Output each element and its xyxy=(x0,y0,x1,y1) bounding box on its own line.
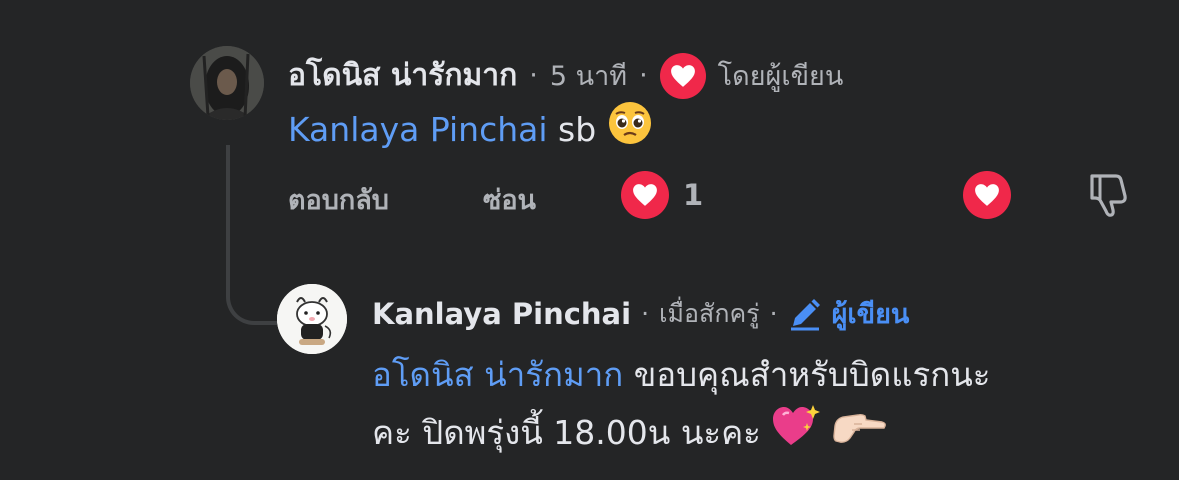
reply-author-name[interactable]: Kanlaya Pinchai xyxy=(372,297,631,331)
reply-author-avatar[interactable] xyxy=(277,284,347,354)
loved-by-author-label: โดยผู้เขียน xyxy=(717,61,844,92)
reply-text-line2: คะ ปิดพรุ่งนี้ 18.00น นะคะ xyxy=(372,413,761,452)
reply-text-line1: ขอบคุณสำหรับบิดแรกนะ xyxy=(633,355,991,394)
pointing-hand-emoji xyxy=(832,406,886,463)
comment-timestamp[interactable]: 5 นาที xyxy=(550,54,627,97)
thread-connector-line xyxy=(226,145,282,325)
commenter-avatar[interactable] xyxy=(190,46,264,120)
comment-text: sb xyxy=(558,110,597,149)
mention-link[interactable]: Kanlaya Pinchai xyxy=(288,110,548,149)
love-button-heart-icon[interactable] xyxy=(963,171,1011,219)
reply-button[interactable]: ตอบกลับ xyxy=(288,178,389,221)
meta-separator: · xyxy=(639,60,648,91)
author-love-heart-icon xyxy=(659,52,706,99)
sparkling-heart-emoji xyxy=(771,403,821,466)
hide-button[interactable]: ซ่อน xyxy=(483,178,536,221)
author-badge-label: ผู้เขียน xyxy=(831,299,910,330)
reply-mention-link[interactable]: อโดนิส น่ารักมาก xyxy=(372,355,623,394)
meta-separator: · xyxy=(641,299,650,328)
reaction-heart-icon[interactable] xyxy=(621,171,669,219)
comment-author-name[interactable]: อโดนิส น่ารักมาก xyxy=(288,52,517,99)
author-pencil-icon xyxy=(788,297,822,331)
meta-separator: · xyxy=(529,60,538,91)
reaction-count: 1 xyxy=(683,178,704,212)
reply-timestamp[interactable]: เมื่อสักครู่ xyxy=(659,294,760,334)
pleading-face-emoji xyxy=(607,100,653,163)
meta-separator: · xyxy=(769,299,778,328)
dislike-thumbs-down-icon[interactable] xyxy=(1086,172,1130,218)
